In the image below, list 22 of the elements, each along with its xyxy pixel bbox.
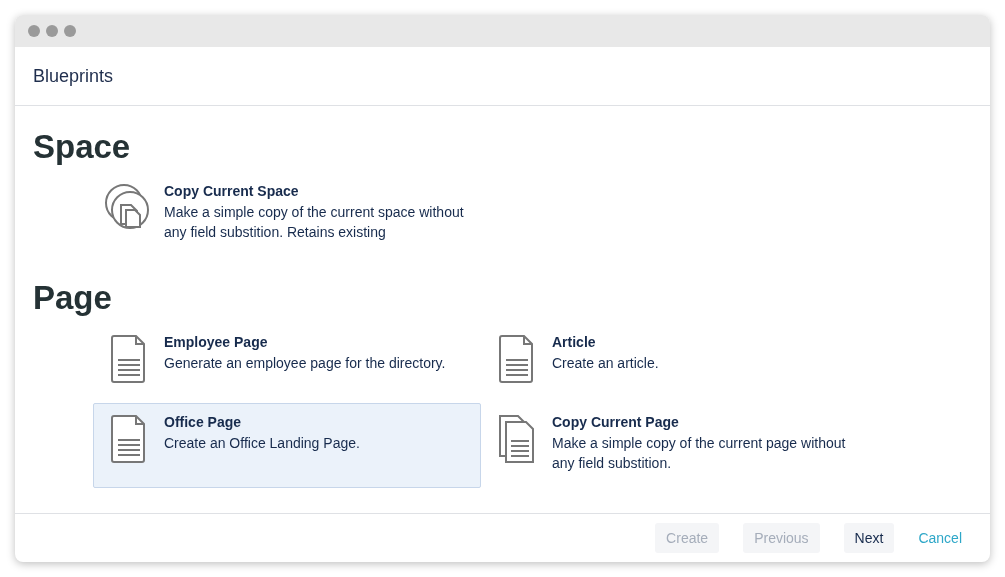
window-control-icon[interactable] <box>46 25 58 37</box>
item-title: Employee Page <box>164 334 269 350</box>
item-title: Copy Current Space <box>164 183 300 199</box>
item-description: Create an Office Landing Page. <box>164 434 360 453</box>
item-title: Office Page <box>164 414 243 430</box>
window-control-icon[interactable] <box>28 25 40 37</box>
dialog-title: Blueprints <box>33 65 114 87</box>
blueprint-item[interactable]: Copy Current Space Make a simple copy of the current space without any field substition. Retains existing <box>93 172 481 257</box>
item-description: Generate an employee page for the directory. <box>164 354 446 373</box>
blueprint-item[interactable]: Copy Current Page Make a simple copy of the current page without any field substition. <box>481 403 869 488</box>
section-heading: Space <box>33 128 132 166</box>
blueprint-item[interactable]: Article Create an article. <box>481 323 869 403</box>
window-control-icon[interactable] <box>64 25 76 37</box>
item-description: Create an article. <box>552 354 659 373</box>
blueprint-item[interactable]: Employee Page Generate an employee page for the directory. <box>93 323 481 403</box>
item-description: Make a simple copy of the current space without any field substition. Retains existing <box>164 203 464 242</box>
item-title: Article <box>552 334 597 350</box>
item-title: Copy Current Page <box>552 414 680 430</box>
item-description: Make a simple copy of the current page without any field substition. <box>552 434 847 473</box>
dialog-button[interactable]: Next <box>843 523 895 553</box>
section-heading: Page <box>33 279 113 317</box>
blueprint-item[interactable]: Office Page Create an Office Landing Page. <box>93 403 481 488</box>
